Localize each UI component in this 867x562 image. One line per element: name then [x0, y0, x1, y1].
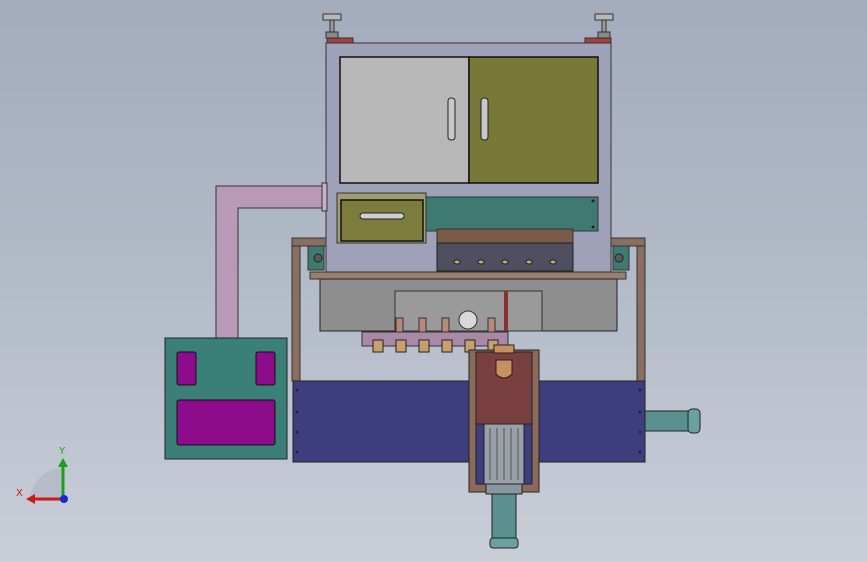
- cad-assembly-view: X Y: [16, 13, 701, 549]
- terminal-box-lid: [436, 228, 574, 244]
- outlet-pipe-bottom: [491, 493, 517, 541]
- leveling-foot-left: [322, 13, 354, 44]
- hopper-port: [458, 310, 478, 330]
- orientation-triad: X Y: [16, 446, 68, 504]
- duct-flange: [321, 182, 328, 212]
- outlet-pipe-right: [644, 410, 691, 432]
- drawer: [340, 199, 424, 242]
- post-left: [291, 245, 301, 382]
- filter-opening-1: [176, 351, 197, 386]
- teal-control-panel: [425, 196, 599, 232]
- air-duct: [215, 185, 323, 339]
- x-axis-label: X: [16, 488, 23, 499]
- y-axis-label: Y: [58, 446, 66, 457]
- drawer-handle: [359, 212, 405, 220]
- door-handle-right: [480, 97, 489, 141]
- door-handle-left: [447, 97, 456, 141]
- nozzle-manifold: [361, 331, 509, 347]
- bracket-right: [610, 237, 646, 247]
- bracket-left: [291, 237, 327, 247]
- terminal-box: [436, 242, 574, 272]
- post-right: [636, 245, 646, 382]
- shelf-plate: [309, 271, 627, 280]
- z-axis-dot: [60, 495, 68, 503]
- filter-opening-3: [176, 399, 276, 446]
- filter-opening-2: [255, 351, 276, 386]
- leveling-foot-right: [584, 13, 614, 44]
